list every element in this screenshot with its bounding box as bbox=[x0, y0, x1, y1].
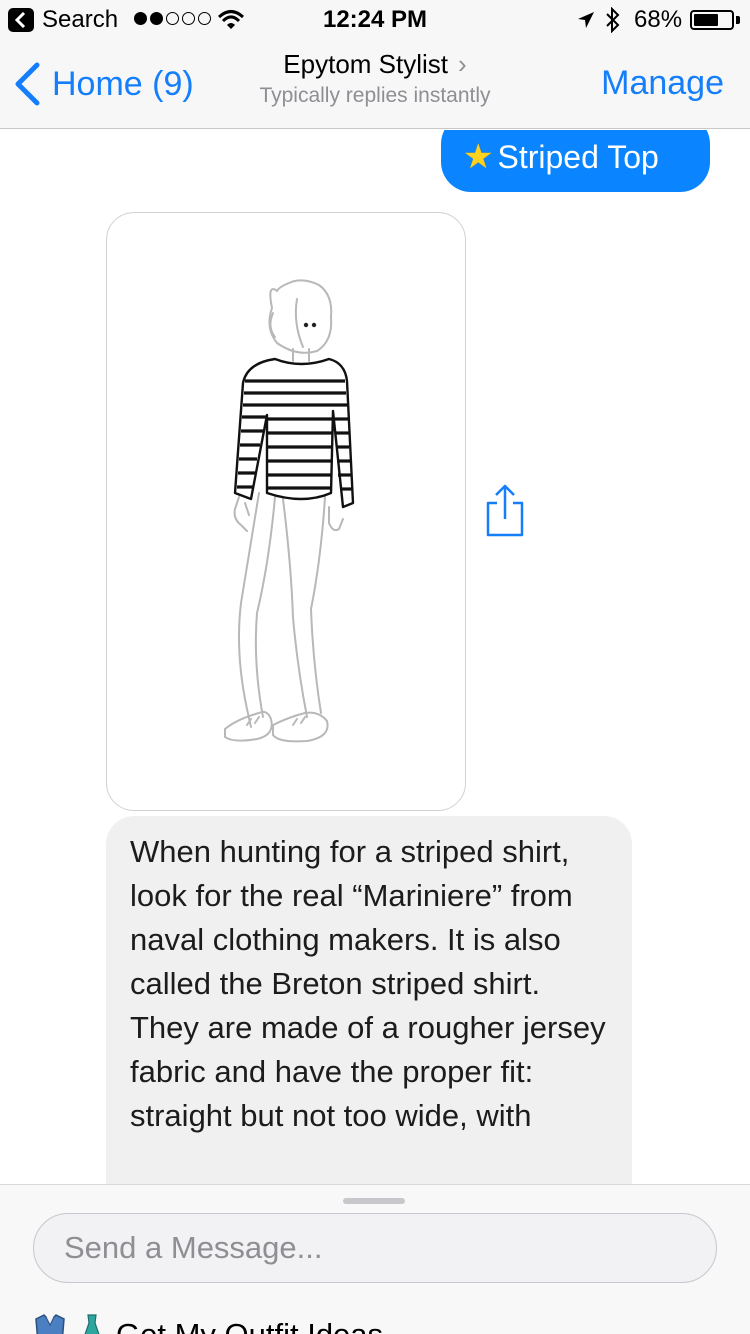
message-input[interactable] bbox=[33, 1213, 717, 1283]
quick-reply-button[interactable]: Get My Outfit Ideas bbox=[30, 1313, 383, 1334]
location-arrow-icon bbox=[578, 12, 594, 28]
navigation-bar: Home (9) Epytom Stylist › Typically repli… bbox=[0, 40, 750, 129]
image-message[interactable] bbox=[106, 212, 466, 811]
outgoing-message-text: Striped Top bbox=[497, 138, 659, 175]
drag-handle[interactable] bbox=[343, 1198, 405, 1204]
incoming-message[interactable]: When hunting for a striped shirt, look f… bbox=[106, 816, 632, 1184]
outgoing-message[interactable]: ★ Striped Top bbox=[441, 130, 710, 192]
striped-top-illustration bbox=[224, 279, 355, 743]
quick-reply-label: Get My Outfit Ideas bbox=[116, 1317, 383, 1334]
chevron-left-icon bbox=[15, 62, 40, 106]
star-icon: ★ bbox=[463, 138, 494, 176]
conversation-title: Epytom Stylist bbox=[283, 49, 449, 79]
dress-icon bbox=[84, 1314, 100, 1334]
battery-fill bbox=[694, 14, 718, 26]
conversation-header[interactable]: Epytom Stylist › Typically replies instan… bbox=[180, 48, 570, 112]
message-list[interactable]: ★ Striped Top When hunting for a striped… bbox=[0, 130, 750, 1184]
composer: Get My Outfit Ideas bbox=[0, 1184, 750, 1334]
chevron-right-icon: › bbox=[458, 49, 467, 79]
manage-button[interactable]: Manage bbox=[601, 64, 724, 103]
battery-percent: 68% bbox=[634, 6, 683, 33]
conversation-subtitle: Typically replies instantly bbox=[259, 84, 491, 107]
back-button[interactable]: Home (9) bbox=[14, 62, 194, 106]
status-bar: Search 12:24 PM 68% bbox=[0, 0, 750, 40]
screen: Search 12:24 PM 68% Home (9) Epytom Styl… bbox=[0, 0, 750, 1334]
share-icon[interactable] bbox=[484, 483, 526, 539]
bluetooth-icon bbox=[606, 7, 620, 33]
incoming-message-text: When hunting for a striped shirt, look f… bbox=[130, 834, 606, 1133]
battery-tip bbox=[736, 16, 740, 24]
battery-icon bbox=[690, 10, 734, 30]
back-button-label: Home (9) bbox=[52, 64, 194, 103]
shirt-icon bbox=[35, 1314, 65, 1334]
